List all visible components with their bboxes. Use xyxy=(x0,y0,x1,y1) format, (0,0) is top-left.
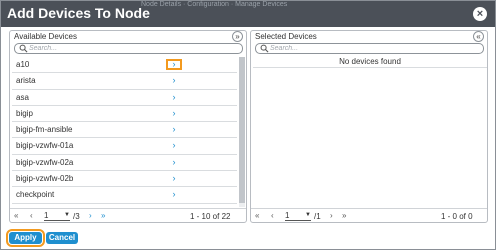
device-row-arista[interactable]: arista › xyxy=(12,73,237,90)
device-row-csr[interactable]: csr › xyxy=(12,204,237,207)
prev-page-button[interactable]: ‹ xyxy=(30,211,33,220)
add-device-chevron-icon[interactable]: › xyxy=(168,92,180,103)
available-search-box xyxy=(14,43,243,54)
device-row-bigip-vzwfw-02a[interactable]: bigip-vzwfw-02a › xyxy=(12,155,237,172)
selected-search-input[interactable] xyxy=(270,44,475,53)
device-row-bigip-vzwfw-02b[interactable]: bigip-vzwfw-02b › xyxy=(12,171,237,188)
device-label: bigip-fm-ansible xyxy=(16,125,73,135)
device-row-asa[interactable]: asa › xyxy=(12,90,237,106)
page-number-select[interactable]: 1 ▼ xyxy=(285,211,311,221)
move-all-left-button[interactable]: « xyxy=(473,31,484,42)
page-count: /3 xyxy=(73,212,80,221)
available-devices-title: Available Devices xyxy=(14,32,77,41)
dialog-header: Node Details · Configuration · Manage De… xyxy=(1,1,495,27)
available-list-scrollbar[interactable] xyxy=(239,57,245,207)
scrollbar-thumb[interactable] xyxy=(239,57,245,203)
available-devices-list: a10 › arista › asa › bigip › bigip-fm-an… xyxy=(12,57,237,207)
caret-down-icon: ▼ xyxy=(305,212,311,218)
selected-devices-panel: Selected Devices « No devices found « ‹ … xyxy=(250,30,488,223)
device-label: a10 xyxy=(16,60,30,69)
first-page-button[interactable]: « xyxy=(14,211,18,220)
selected-pager: « ‹ 1 ▼ /1 › » 1 - 0 of 0 xyxy=(251,208,487,222)
device-row-bigip-fm-ansible[interactable]: bigip-fm-ansible › xyxy=(12,122,237,139)
add-device-chevron-icon[interactable]: › xyxy=(166,59,182,70)
device-row-bigip-vzwfw-01a[interactable]: bigip-vzwfw-01a › xyxy=(12,138,237,155)
available-search-input[interactable] xyxy=(29,44,234,53)
range-text: 1 - 0 of 0 xyxy=(441,212,473,221)
close-icon[interactable]: × xyxy=(473,7,487,21)
dialog-title: Add Devices To Node xyxy=(7,5,150,21)
device-label: bigip-vzwfw-02a xyxy=(16,157,74,167)
device-label: bigip-vzwfw-02b xyxy=(16,174,74,184)
add-devices-dialog: Node Details · Configuration · Manage De… xyxy=(0,0,496,250)
add-device-chevron-icon[interactable]: › xyxy=(168,157,180,168)
device-row-checkpoint[interactable]: checkpoint › xyxy=(12,187,237,204)
next-page-button[interactable]: › xyxy=(89,211,92,220)
last-page-button[interactable]: » xyxy=(342,211,346,220)
add-device-chevron-icon[interactable]: › xyxy=(168,189,180,200)
background-breadcrumb: Node Details · Configuration · Manage De… xyxy=(141,1,288,8)
device-label: asa xyxy=(16,92,29,102)
add-device-chevron-icon[interactable]: › xyxy=(168,173,180,184)
apply-button[interactable]: Apply xyxy=(6,229,45,247)
page-number-select[interactable]: 1 ▼ xyxy=(44,211,70,221)
move-all-right-button[interactable]: » xyxy=(232,31,243,42)
page-number-value: 1 xyxy=(285,211,290,220)
add-device-chevron-icon[interactable]: › xyxy=(168,206,180,207)
caret-down-icon: ▼ xyxy=(64,212,70,218)
selected-search-box xyxy=(255,43,484,54)
first-page-button[interactable]: « xyxy=(255,211,259,220)
cancel-button[interactable]: Cancel xyxy=(46,232,78,244)
add-device-chevron-icon[interactable]: › xyxy=(168,140,180,151)
selected-devices-title: Selected Devices xyxy=(255,32,317,41)
search-icon xyxy=(260,44,269,53)
device-label: arista xyxy=(16,76,36,86)
device-label: bigip xyxy=(16,108,33,118)
add-device-chevron-icon[interactable]: › xyxy=(168,75,180,86)
device-label: bigip-vzwfw-01a xyxy=(16,141,74,151)
page-number-value: 1 xyxy=(44,211,49,220)
prev-page-button[interactable]: ‹ xyxy=(271,211,274,220)
search-icon xyxy=(19,44,28,53)
add-device-chevron-icon[interactable]: › xyxy=(168,108,180,119)
device-label: checkpoint xyxy=(16,190,55,200)
add-device-chevron-icon[interactable]: › xyxy=(168,124,180,135)
page-count: /1 xyxy=(314,212,321,221)
available-pager: « ‹ 1 ▼ /3 › » 1 - 10 of 22 xyxy=(10,208,246,222)
range-text: 1 - 10 of 22 xyxy=(190,212,231,221)
device-row-a10[interactable]: a10 › xyxy=(12,57,237,74)
available-devices-panel: Available Devices » a10 › arista › asa › xyxy=(9,30,247,223)
empty-state-text: No devices found xyxy=(253,57,487,68)
next-page-button[interactable]: › xyxy=(330,211,333,220)
device-row-bigip[interactable]: bigip › xyxy=(12,106,237,123)
last-page-button[interactable]: » xyxy=(101,211,105,220)
